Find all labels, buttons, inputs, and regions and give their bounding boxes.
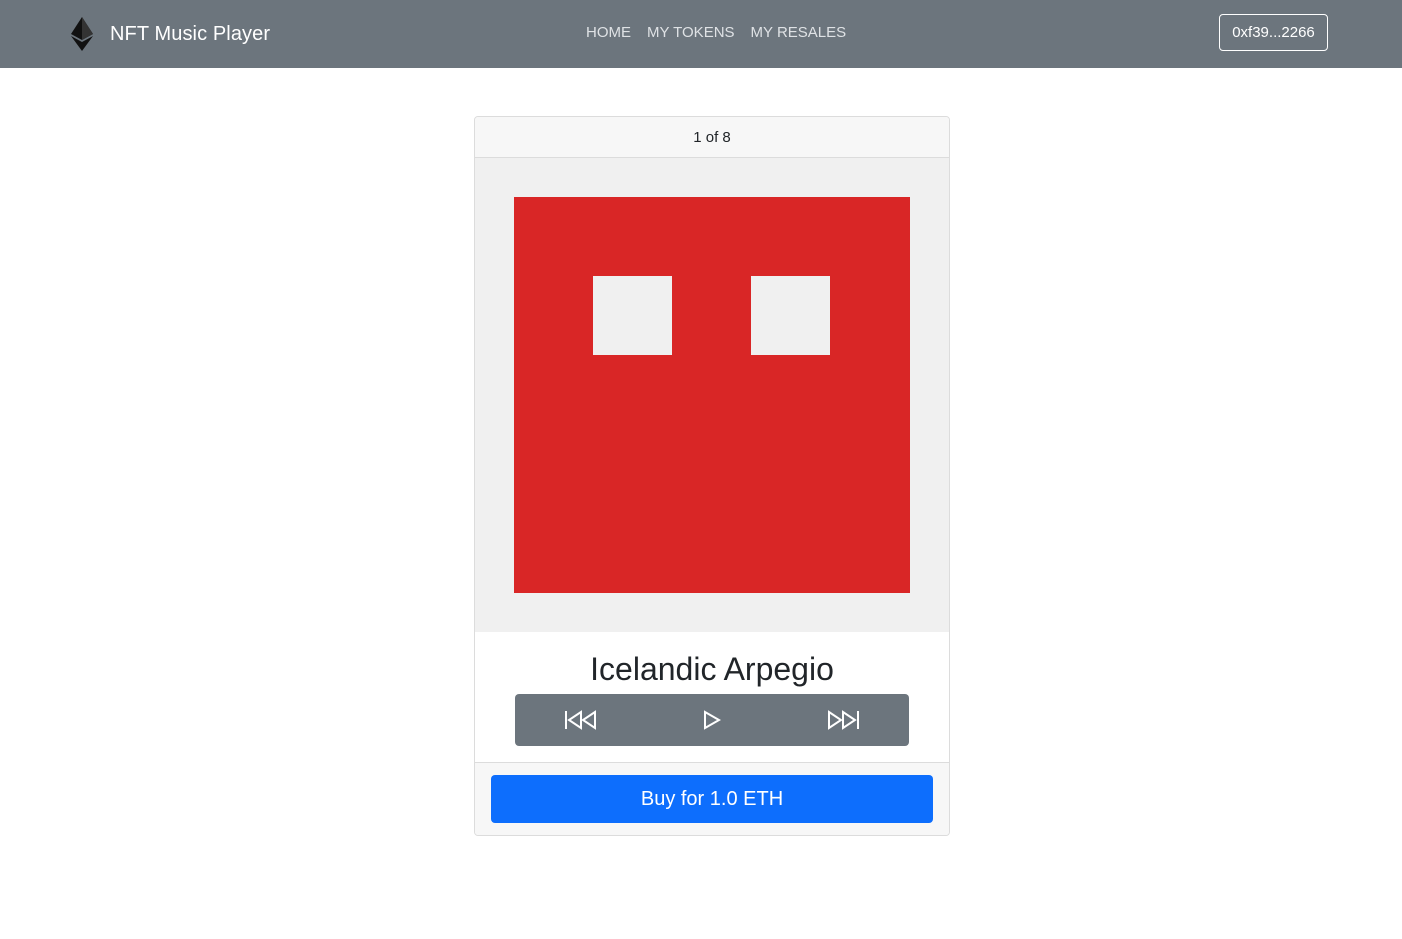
nav-link-my-tokens[interactable]: MY TOKENS — [639, 22, 743, 44]
card-header: 1 of 8 — [475, 117, 949, 158]
artwork-area — [475, 158, 949, 632]
navbar: NFT Music Player HOME MY TOKENS MY RESAL… — [0, 0, 1402, 68]
skip-back-icon — [565, 710, 596, 730]
nav-links: HOME MY TOKENS MY RESALES — [578, 22, 854, 44]
skip-forward-button[interactable] — [813, 694, 873, 746]
nav-link-home[interactable]: HOME — [578, 22, 639, 44]
play-icon — [704, 710, 722, 730]
nft-card: 1 of 8 Icelandic Arpegio Buy for 1.0 ETH — [474, 116, 950, 836]
nft-artwork-icon — [514, 197, 910, 593]
brand[interactable]: NFT Music Player — [68, 14, 270, 54]
track-title: Icelandic Arpegio — [590, 651, 834, 687]
buy-button[interactable]: Buy for 1.0 ETH — [491, 775, 933, 823]
account-button[interactable]: 0xf39...2266 — [1219, 14, 1328, 51]
skip-back-button[interactable] — [551, 694, 611, 746]
play-button[interactable] — [682, 694, 742, 746]
card-footer: Buy for 1.0 ETH — [475, 762, 949, 835]
nav-link-my-resales[interactable]: MY RESALES — [743, 22, 855, 44]
player-controls — [515, 694, 909, 746]
brand-title: NFT Music Player — [110, 22, 271, 45]
ethereum-logo-icon — [71, 17, 93, 51]
skip-forward-icon — [828, 710, 859, 730]
